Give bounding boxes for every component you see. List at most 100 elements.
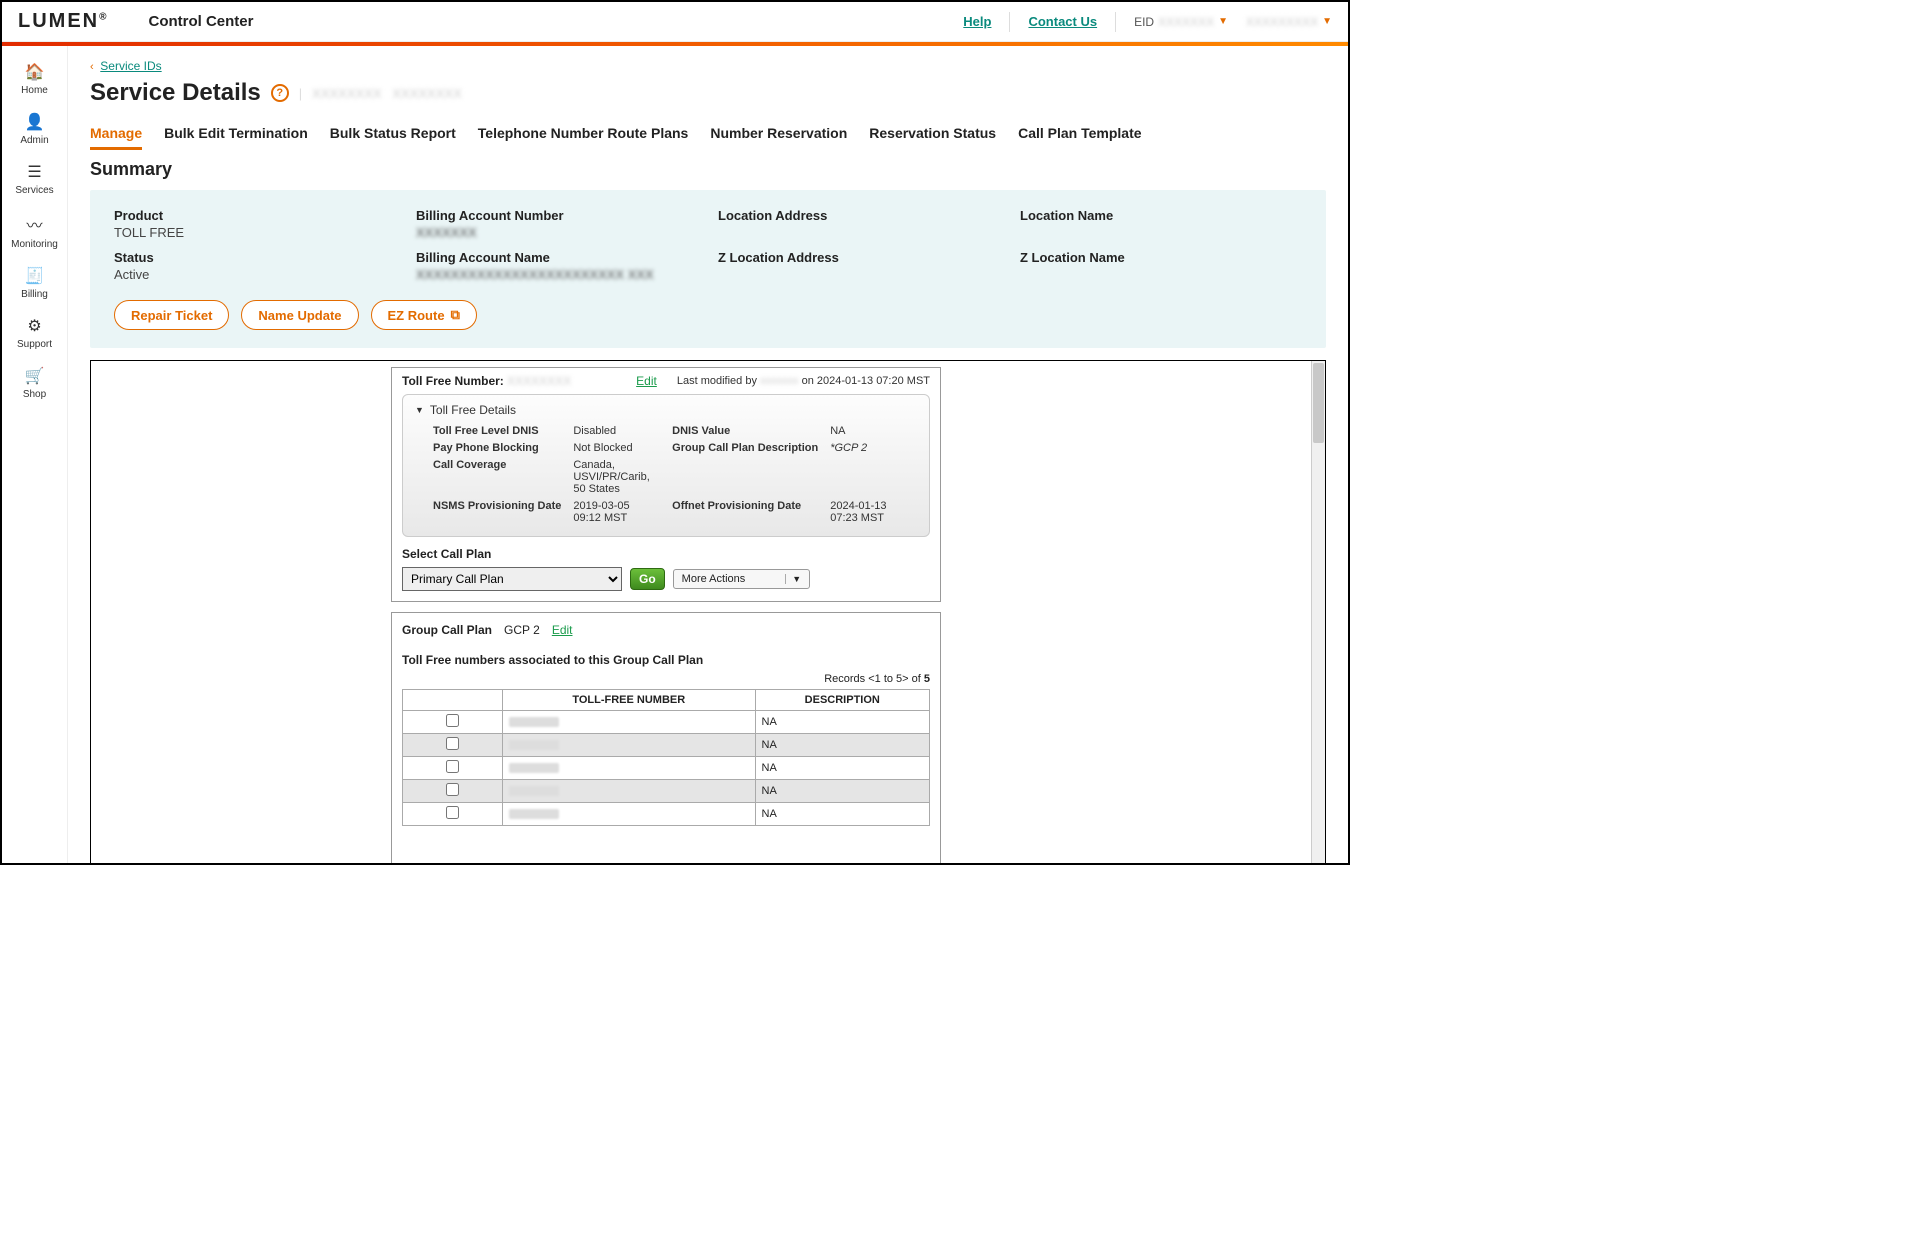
- table-row: NA: [403, 803, 930, 826]
- page-title: Service Details: [90, 79, 261, 107]
- row-checkbox[interactable]: [446, 737, 459, 750]
- detail-value: *GCP 2: [830, 442, 917, 454]
- sidebar-item-label: Support: [17, 339, 52, 350]
- tab-number-reservation[interactable]: Number Reservation: [710, 125, 847, 150]
- help-icon[interactable]: ?: [271, 84, 289, 102]
- sidebar-item-services[interactable]: ☰Services: [2, 154, 67, 204]
- app-title: Control Center: [148, 13, 253, 30]
- repair-ticket-button[interactable]: Repair Ticket: [114, 300, 229, 330]
- service-id-redacted: XXXXXXXX XXXXXXXX: [312, 86, 462, 101]
- tab-bulk-status-report[interactable]: Bulk Status Report: [330, 125, 456, 150]
- toll-free-redacted: [509, 740, 559, 750]
- detail-label: [672, 459, 818, 495]
- row-checkbox[interactable]: [446, 714, 459, 727]
- toll-free-number-label: Toll Free Number:: [402, 374, 504, 388]
- divider: [1009, 12, 1010, 32]
- table-row: NA: [403, 734, 930, 757]
- summary-label: Z Location Address: [718, 250, 1000, 265]
- sidebar-item-home[interactable]: 🏠Home: [2, 54, 67, 104]
- sidebar-item-label: Shop: [23, 389, 46, 400]
- toll-free-redacted: [509, 809, 559, 819]
- tab-manage[interactable]: Manage: [90, 125, 142, 150]
- column-header[interactable]: DESCRIPTION: [755, 690, 929, 711]
- detail-label: Offnet Provisioning Date: [672, 500, 818, 524]
- section-title: Summary: [90, 159, 1326, 180]
- summary-panel: Product TOLL FREE Billing Account Number X…: [90, 190, 1326, 348]
- group-call-plan-card: Group Call Plan GCP 2 Edit Toll Free num…: [391, 612, 941, 863]
- summary-value: Active: [114, 267, 396, 282]
- scrollbar-thumb[interactable]: [1313, 363, 1324, 443]
- sidebar: 🏠Home 👤Admin ☰Services 〰Monitoring 🧾 Bill…: [2, 46, 68, 863]
- row-checkbox[interactable]: [446, 760, 459, 773]
- tab-reservation-status[interactable]: Reservation Status: [869, 125, 996, 150]
- detail-label: Toll Free Level DNIS: [433, 425, 561, 437]
- cell-description: NA: [755, 734, 929, 757]
- chevron-down-icon: ▼: [785, 574, 801, 584]
- ez-route-button[interactable]: EZ Route ⧉: [371, 300, 477, 330]
- tab-bulk-edit-termination[interactable]: Bulk Edit Termination: [164, 125, 308, 150]
- scrollbar[interactable]: [1311, 361, 1325, 863]
- row-checkbox[interactable]: [446, 806, 459, 819]
- tabs: Manage Bulk Edit Termination Bulk Status…: [90, 125, 1326, 151]
- tab-telephone-number-route-plans[interactable]: Telephone Number Route Plans: [478, 125, 689, 150]
- sidebar-item-billing[interactable]: 🧾 Billing: [2, 258, 67, 308]
- call-plan-select[interactable]: Primary Call Plan: [402, 567, 622, 591]
- sidebar-item-monitoring[interactable]: 〰Monitoring: [2, 204, 67, 258]
- help-link[interactable]: Help: [963, 14, 991, 29]
- edit-gcp-link[interactable]: Edit: [552, 623, 573, 637]
- gcp-value: GCP 2: [504, 623, 540, 637]
- more-actions-dropdown[interactable]: More Actions▼: [673, 569, 811, 589]
- external-link-icon: ⧉: [451, 307, 460, 323]
- row-checkbox[interactable]: [446, 783, 459, 796]
- detail-value: Disabled: [573, 425, 660, 437]
- collapse-icon: ▼: [415, 405, 424, 415]
- summary-label: Billing Account Number: [416, 208, 698, 223]
- summary-label: Location Name: [1020, 208, 1302, 223]
- cell-description: NA: [755, 803, 929, 826]
- records-info: Records <1 to 5> of 5: [402, 673, 930, 685]
- sidebar-item-shop[interactable]: 🛒Shop: [2, 358, 67, 408]
- toll-free-details-toggle[interactable]: ▼Toll Free Details: [415, 403, 917, 417]
- divider: |: [299, 86, 302, 101]
- summary-label: Billing Account Name: [416, 250, 698, 265]
- edit-toll-free-link[interactable]: Edit: [636, 374, 657, 388]
- gcp-table: TOLL-FREE NUMBER DESCRIPTION NA NA NA NA…: [402, 689, 930, 826]
- details-container: Toll Free Number: XXXXXXXX Edit Last mod…: [90, 360, 1326, 863]
- receipt-icon: 🧾: [25, 266, 45, 286]
- sidebar-item-label: Admin: [20, 135, 48, 146]
- detail-value: 2019-03-05 09:12 MST: [573, 500, 660, 524]
- breadcrumb-back[interactable]: Service IDs: [100, 59, 161, 73]
- summary-label: Product: [114, 208, 396, 223]
- column-header[interactable]: TOLL-FREE NUMBER: [503, 690, 756, 711]
- toll-free-redacted: [509, 786, 559, 796]
- chevron-down-icon: ▼: [1322, 16, 1332, 27]
- tab-call-plan-template[interactable]: Call Plan Template: [1018, 125, 1141, 150]
- eid-dropdown[interactable]: EID XXXXXXX ▼: [1134, 15, 1228, 29]
- table-row: NA: [403, 780, 930, 803]
- toll-free-card: Toll Free Number: XXXXXXXX Edit Last mod…: [391, 367, 941, 602]
- sidebar-item-label: Monitoring: [11, 239, 58, 250]
- summary-value: TOLL FREE: [114, 225, 396, 240]
- account-dropdown[interactable]: XXXXXXXXX ▼: [1246, 15, 1332, 29]
- divider: [1115, 12, 1116, 32]
- detail-value: Canada, USVI/PR/Carib, 50 States: [573, 459, 660, 495]
- sidebar-item-admin[interactable]: 👤Admin: [2, 104, 67, 154]
- sidebar-item-label: Services: [15, 185, 53, 196]
- sidebar-item-label: Billing: [21, 289, 48, 300]
- column-header-checkbox: [403, 690, 503, 711]
- name-update-button[interactable]: Name Update: [241, 300, 358, 330]
- detail-value: 2024-01-13 07:23 MST: [830, 500, 917, 524]
- detail-value: NA: [830, 425, 917, 437]
- toll-free-number-redacted: XXXXXXXX: [507, 374, 571, 388]
- summary-label: Z Location Name: [1020, 250, 1302, 265]
- sidebar-item-support[interactable]: ⚙Support: [2, 308, 67, 358]
- detail-value: [830, 459, 917, 495]
- home-icon: 🏠: [25, 62, 45, 82]
- table-row: NA: [403, 757, 930, 780]
- go-button[interactable]: Go: [630, 568, 665, 590]
- last-modified-info: Last modified by xxxxxxx on 2024-01-13 0…: [677, 375, 930, 387]
- summary-value-redacted: XXXXXXX: [416, 225, 698, 240]
- select-call-plan-label: Select Call Plan: [402, 547, 930, 561]
- table-row: NA: [403, 711, 930, 734]
- contact-us-link[interactable]: Contact Us: [1028, 14, 1097, 29]
